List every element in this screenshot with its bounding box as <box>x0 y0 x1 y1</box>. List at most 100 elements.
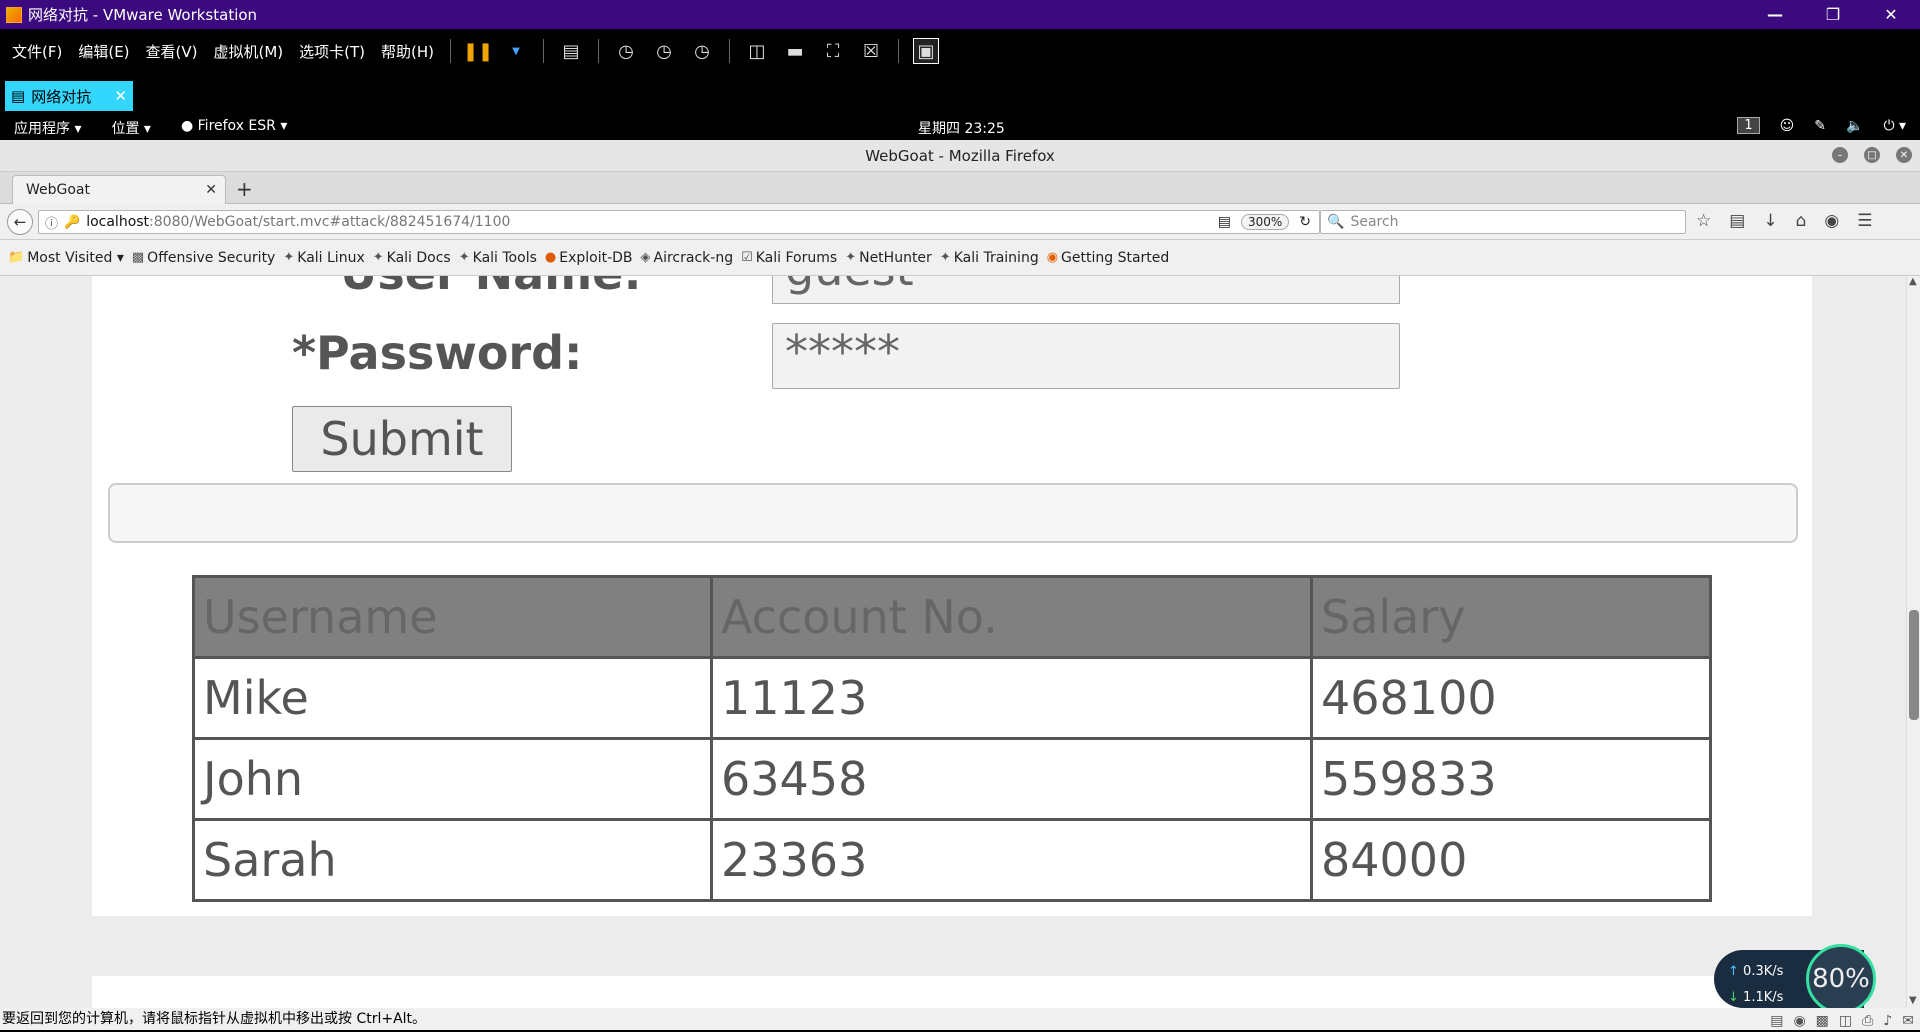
hdd-icon[interactable]: ▤ <box>1770 1010 1783 1032</box>
bookmark-label: Kali Linux <box>297 249 365 266</box>
bookmark-exploit-db[interactable]: ● Exploit-DB <box>545 250 633 266</box>
page-content: *User Name: guest *Password: ***** Submi… <box>0 276 1906 1008</box>
url-path: :8080/WebGoat/start.mvc#attack/882451674… <box>149 214 511 230</box>
printer-icon[interactable]: ⎙ <box>1862 1010 1873 1032</box>
workspace-indicator[interactable]: 1 <box>1737 117 1760 134</box>
snapshot-revert-icon[interactable]: ◷ <box>651 38 677 64</box>
bookmark-getting-started[interactable]: ◉ Getting Started <box>1047 250 1170 266</box>
people-icon[interactable]: ☺ <box>1780 118 1795 134</box>
home-icon[interactable]: ⌂ <box>1796 211 1807 231</box>
bookmark-offensive-security[interactable]: ▩ Offensive Security <box>132 250 275 266</box>
download-icon[interactable]: ↓ <box>1763 211 1777 231</box>
reader-view-icon[interactable]: ▤ <box>1218 214 1231 230</box>
hamburger-menu-icon[interactable]: ☰ <box>1857 211 1872 231</box>
vmware-status-bar: 要返回到您的计算机，请将鼠标指针从虚拟机中移出或按 Ctrl+Alt。 ▤ ◉ … <box>0 1008 1920 1030</box>
minimize-icon[interactable]: — <box>1746 0 1804 29</box>
bookmark-label: Kali Tools <box>472 249 537 266</box>
close-tab-icon[interactable]: ✕ <box>205 182 217 198</box>
bookmark-kali-tools[interactable]: ✦ Kali Tools <box>459 250 537 266</box>
menu-edit[interactable]: 编辑(E) <box>70 41 137 62</box>
usage-gauge: 80% <box>1806 944 1876 1014</box>
fullscreen-icon[interactable]: ⛶ <box>820 38 846 64</box>
reload-icon[interactable]: ↻ <box>1299 214 1311 230</box>
close-icon[interactable]: ✕ <box>1862 0 1920 29</box>
kali-icon: ✦ <box>458 250 470 265</box>
browser-tab[interactable]: WebGoat ✕ <box>12 175 226 204</box>
thumbnail-bar-icon[interactable]: ▬ <box>782 38 808 64</box>
scrollbar-thumb[interactable] <box>1909 610 1919 720</box>
pause-icon[interactable]: ❚❚ <box>463 38 493 64</box>
search-input[interactable]: 🔍 Search <box>1320 210 1686 234</box>
upload-speed-value: 0.3K/s <box>1743 964 1784 979</box>
ff-close-icon[interactable]: ✕ <box>1896 147 1912 163</box>
cell-salary: 84000 <box>1310 818 1712 902</box>
sound-icon[interactable]: ♪ <box>1883 1010 1892 1032</box>
bookmark-nethunter[interactable]: ✦ NetHunter <box>845 250 932 266</box>
table-row: Sarah 23363 84000 <box>192 818 1712 902</box>
bookmark-label: Getting Started <box>1061 249 1170 266</box>
bookmark-kali-forums[interactable]: ☑ Kali Forums <box>741 250 837 266</box>
bookmark-star-icon[interactable]: ☆ <box>1696 211 1711 231</box>
bookmark-most-visited[interactable]: 📁 Most Visited ▾ <box>8 250 124 266</box>
cell-account-no: 11123 <box>710 656 1313 740</box>
show-library-icon[interactable]: ◫ <box>744 38 770 64</box>
download-speed-value: 1.1K/s <box>1743 990 1784 1005</box>
cd-icon[interactable]: ◉ <box>1793 1010 1805 1032</box>
info-icon[interactable]: ⓘ <box>45 213 58 232</box>
search-placeholder: Search <box>1350 214 1399 230</box>
clock[interactable]: 星期四 23:25 <box>918 118 1005 138</box>
bookmark-label: Kali Docs <box>386 249 451 266</box>
menu-file[interactable]: 文件(F) <box>4 41 70 62</box>
bookmark-aircrack-ng[interactable]: ◈ Aircrack-ng <box>641 250 734 266</box>
download-speed: ↓ 1.1K/s <box>1728 990 1783 1005</box>
page-scrollbar[interactable]: ▲ ▼ <box>1906 276 1920 1008</box>
back-arrow-icon[interactable]: ← <box>7 209 33 235</box>
network-adapter-icon[interactable]: ▩ <box>1816 1010 1829 1032</box>
reading-list-icon[interactable]: ▤ <box>1729 211 1745 231</box>
menu-view[interactable]: 查看(V) <box>138 41 206 62</box>
places-menu[interactable]: 位置 ▾ <box>111 118 150 138</box>
close-tab-icon[interactable]: ✕ <box>114 87 127 105</box>
message-icon[interactable]: ✉ <box>1902 1010 1914 1032</box>
power-icon[interactable]: ⏻ ▾ <box>1883 118 1906 134</box>
vm-tab-label: 网络对抗 <box>31 87 92 106</box>
vm-tab[interactable]: ▤ 网络对抗 ✕ <box>5 81 133 111</box>
upload-speed: ↑ 0.3K/s <box>1728 964 1783 979</box>
submit-button[interactable]: Submit <box>292 406 512 472</box>
scroll-down-arrow-icon[interactable]: ▼ <box>1909 995 1917 1006</box>
url-bar[interactable]: ⓘ 🔑 localhost:8080/WebGoat/start.mvc#att… <box>38 210 1320 234</box>
dropdown-arrow-icon[interactable]: ▼ <box>503 38 529 64</box>
firefox-app-menu[interactable]: ● Firefox ESR ▾ <box>181 118 287 138</box>
scroll-up-arrow-icon[interactable]: ▲ <box>1909 276 1917 287</box>
usb-icon[interactable]: ◫ <box>1839 1010 1852 1032</box>
send-ctrl-alt-del-icon[interactable]: ▤ <box>558 38 584 64</box>
snapshot-take-icon[interactable]: ◷ <box>613 38 639 64</box>
pocket-icon[interactable]: ◉ <box>1824 211 1839 231</box>
ff-maximize-icon[interactable]: □ <box>1864 147 1880 163</box>
menu-help[interactable]: 帮助(H) <box>373 41 442 62</box>
pen-icon[interactable]: ✎ <box>1814 118 1826 134</box>
restore-icon[interactable]: ❐ <box>1804 0 1862 29</box>
ff-minimize-icon[interactable]: – <box>1832 147 1848 163</box>
menu-tabs[interactable]: 选项卡(T) <box>291 41 373 62</box>
console-view-icon[interactable]: ▣ <box>913 38 940 64</box>
password-input[interactable]: ***** <box>772 323 1400 389</box>
bookmark-label: Exploit-DB <box>559 249 633 266</box>
search-icon: 🔍 <box>1327 214 1345 230</box>
snapshot-manager-icon[interactable]: ◷ <box>689 38 715 64</box>
username-input[interactable]: guest <box>772 276 1400 304</box>
network-monitor-widget[interactable]: ↑ 0.3K/s ↓ 1.1K/s 80% <box>1714 944 1876 1014</box>
new-tab-icon[interactable]: + <box>236 177 253 201</box>
username-label: *User Name: <box>316 276 642 300</box>
vmware-menu-bar: 文件(F) 编辑(E) 查看(V) 虚拟机(M) 选项卡(T) 帮助(H) ❚❚… <box>0 29 1920 73</box>
bookmark-kali-docs[interactable]: ✦ Kali Docs <box>373 250 451 266</box>
zoom-level[interactable]: 300% <box>1240 214 1290 230</box>
menu-vm[interactable]: 虚拟机(M) <box>206 41 292 62</box>
table-header-row: Username Account No. Salary <box>192 575 1712 659</box>
bookmark-kali-training[interactable]: ✦ Kali Training <box>940 250 1039 266</box>
bookmark-kali-linux[interactable]: ✦ Kali Linux <box>283 250 364 266</box>
navigation-bar: ← ⓘ 🔑 localhost:8080/WebGoat/start.mvc#a… <box>0 204 1920 240</box>
applications-menu[interactable]: 应用程序 ▾ <box>14 118 81 138</box>
volume-icon[interactable]: 🔈 <box>1846 118 1863 134</box>
unity-icon[interactable]: ☒ <box>858 38 884 64</box>
